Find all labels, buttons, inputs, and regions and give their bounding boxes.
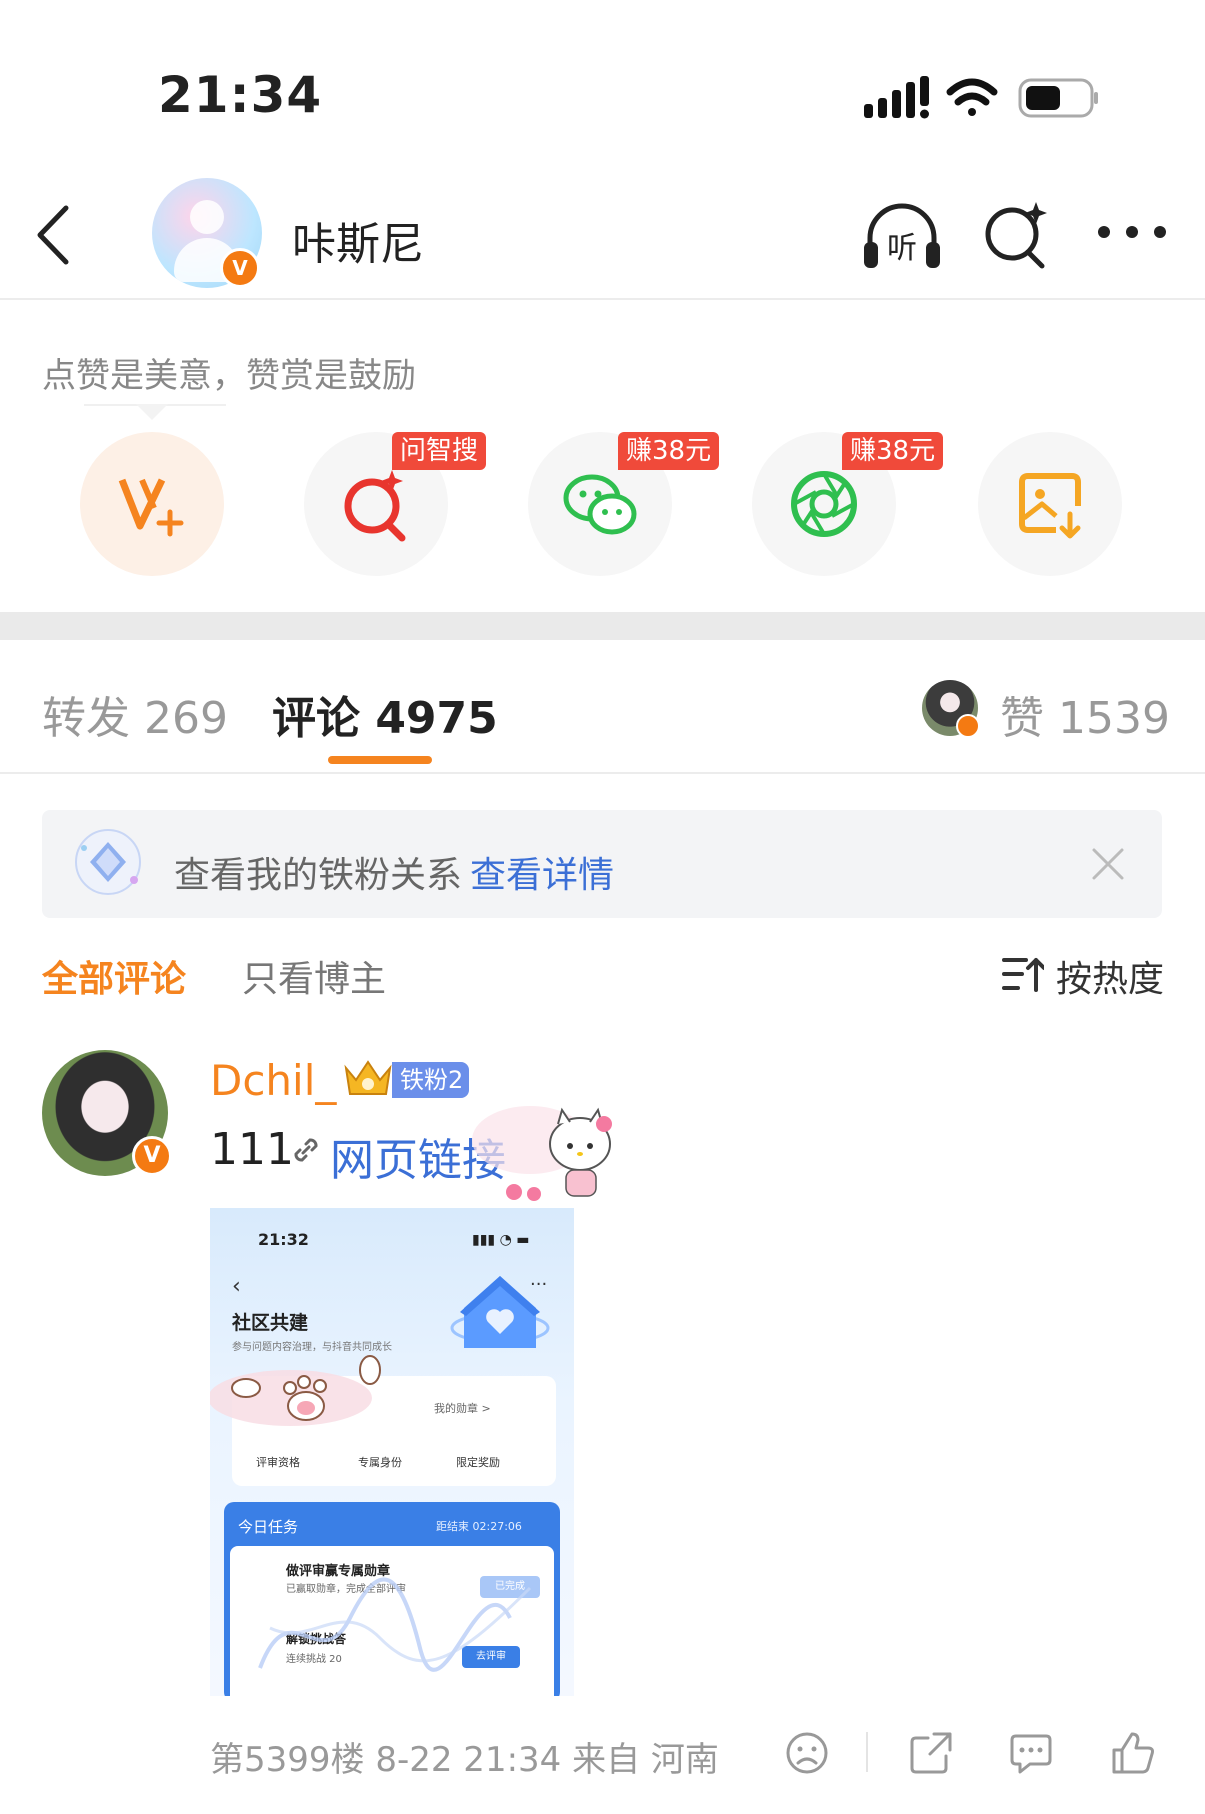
paw-decoration-icon	[210, 1355, 381, 1426]
image-my-badge: 我的勋章 >	[434, 1402, 491, 1415]
share-tag-wechat: 赚38元	[618, 432, 720, 470]
commenter-verified-badge: V	[132, 1136, 172, 1176]
share-tag-moments: 赚38元	[842, 432, 944, 470]
smart-search-icon	[344, 470, 406, 542]
moments-icon	[791, 471, 857, 537]
author-name[interactable]: 咔斯尼	[292, 208, 424, 272]
tabs-divider	[0, 772, 1205, 774]
kitty-decoration-icon	[472, 1106, 612, 1201]
battery-icon	[1018, 78, 1098, 118]
header-divider	[0, 298, 1205, 300]
share-save-image-button[interactable]	[978, 432, 1122, 576]
spark-search-icon[interactable]	[982, 198, 1050, 270]
comment-text: 111	[210, 1124, 294, 1175]
like-icon[interactable]	[1110, 1730, 1156, 1776]
sort-icon[interactable]	[1002, 954, 1044, 994]
wechat-icon	[563, 474, 637, 535]
fan-banner-link[interactable]: 查看详情	[470, 846, 614, 898]
commenter-name[interactable]: Dchil_	[210, 1056, 336, 1105]
status-icons	[864, 76, 1098, 119]
filter-owner-only[interactable]: 只看博主	[242, 950, 386, 1002]
status-time: 21:34	[158, 66, 323, 124]
liker-verified-badge	[956, 714, 980, 738]
sort-by-heat[interactable]: 按热度	[1056, 950, 1164, 1002]
share-tag-smart-search: 问智搜	[392, 432, 487, 470]
signature-watermark	[258, 1577, 532, 1672]
listen-icon[interactable]: 听	[860, 198, 944, 274]
image-perk-2: 专属身份	[358, 1456, 402, 1469]
share-tip: 点赞是美意，赞赏是鼓励	[42, 356, 416, 396]
tab-like[interactable]: 赞 1539	[1000, 682, 1170, 746]
fan-banner-text: 查看我的铁粉关系	[174, 855, 463, 896]
image-status-time: 21:32	[258, 1230, 309, 1249]
share-icon[interactable]	[908, 1730, 954, 1776]
image-back-icon: ‹	[232, 1274, 241, 1299]
wifi-icon	[946, 78, 998, 116]
comment-image[interactable]: 21:32 ▮▮▮ ◔ ▬ ‹ ··· 社区共建 参与问题内容治理，与抖音共同成…	[210, 1208, 574, 1696]
svg-text:听: 听	[887, 231, 917, 266]
more-icon[interactable]	[1096, 222, 1168, 242]
vplus-icon	[118, 478, 184, 537]
comment-icon[interactable]	[1008, 1730, 1054, 1776]
verified-badge: V	[220, 248, 260, 288]
image-perk-3: 限定奖励	[456, 1456, 500, 1469]
filter-all-comments[interactable]: 全部评论	[42, 950, 186, 1002]
section-separator	[0, 612, 1205, 640]
image-perk-1: 评审资格	[256, 1456, 300, 1469]
fan-diamond-icon	[75, 829, 141, 895]
close-icon[interactable]	[1088, 844, 1128, 884]
sad-face-icon[interactable]	[784, 1730, 830, 1776]
comment-meta: 第5399楼 8-22 21:34 来自 河南	[210, 1740, 719, 1780]
fan-level-badge: 铁粉2	[392, 1062, 470, 1098]
crown-icon	[344, 1060, 392, 1095]
tab-repost[interactable]: 转发 269	[42, 682, 228, 746]
active-tab-indicator	[328, 756, 432, 764]
back-icon[interactable]	[28, 200, 88, 270]
tip-arrow	[136, 404, 168, 420]
save-image-icon	[1019, 473, 1081, 539]
link-icon	[294, 1138, 318, 1162]
tab-comment[interactable]: 评论 4975	[272, 682, 498, 746]
action-separator	[866, 1732, 868, 1772]
signal-icon	[864, 76, 929, 119]
share-vplus-button[interactable]	[80, 432, 224, 576]
image-status-icons: ▮▮▮ ◔ ▬	[472, 1232, 530, 1248]
image-title: 社区共建	[232, 1312, 309, 1334]
house-icon	[450, 1276, 550, 1348]
